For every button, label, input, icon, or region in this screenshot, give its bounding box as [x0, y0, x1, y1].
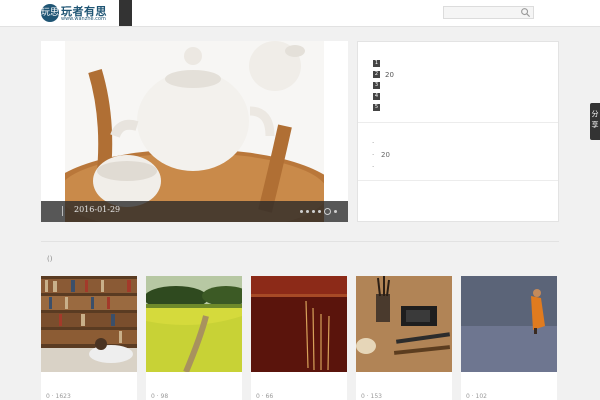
- rank-number: 3: [373, 82, 380, 89]
- rank-number: 4: [373, 93, 380, 100]
- caption-separator: [62, 206, 63, 216]
- slide-caption: 2016-01-29: [41, 201, 348, 222]
- side-panel: 1 2 20 3 4 5 · · 20 ·: [357, 41, 559, 222]
- card-meta: 0 · 1623: [46, 393, 71, 400]
- slider-dot[interactable]: [306, 209, 309, 213]
- card-meta: 0 · 102: [466, 393, 487, 400]
- panel-divider: [358, 122, 558, 123]
- slider-dot-active[interactable]: [324, 207, 331, 215]
- slide-date: 2016-01-29: [74, 205, 121, 214]
- ranking-item[interactable]: 3: [373, 80, 394, 91]
- notice-item[interactable]: ·: [372, 161, 390, 173]
- card-image-incense[interactable]: [251, 276, 347, 372]
- notice-item[interactable]: ·: [372, 137, 390, 149]
- slider-dot[interactable]: [334, 209, 337, 213]
- notice-list: · · 20 ·: [372, 137, 390, 173]
- card-image-library[interactable]: [41, 276, 137, 372]
- nav-menu-toggle[interactable]: [119, 0, 132, 26]
- search-box[interactable]: [443, 6, 534, 19]
- search-icon[interactable]: [520, 7, 531, 18]
- card-image-brushes[interactable]: [356, 276, 452, 372]
- slider-dot[interactable]: [318, 209, 321, 213]
- rank-number: 5: [373, 104, 380, 111]
- ranking-item[interactable]: 1: [373, 58, 394, 69]
- article-card[interactable]: 0 · 98: [146, 276, 242, 400]
- top-navbar: 玩思 玩者有思 www.wanzhe.com: [0, 0, 600, 27]
- slider-dot[interactable]: [312, 209, 315, 213]
- card-meta: 0 · 98: [151, 393, 169, 400]
- logo-url: www.wanzhe.com: [61, 16, 106, 22]
- article-cards: 0 · 1623 0 · 98 0 · 66 0 · 153 0 · 102: [41, 276, 561, 400]
- article-card[interactable]: 0 · 66: [251, 276, 347, 400]
- section-divider: [41, 241, 559, 242]
- ranking-item[interactable]: 2 20: [373, 69, 394, 80]
- hero-slider[interactable]: 2016-01-29: [41, 41, 348, 222]
- panel-divider: [358, 180, 558, 181]
- rank-number: 1: [373, 60, 380, 67]
- site-logo[interactable]: 玩思 玩者有思 www.wanzhe.com: [41, 4, 107, 23]
- logo-badge: 玩思: [41, 4, 59, 22]
- slider-dot[interactable]: [300, 209, 303, 213]
- card-meta: 0 · 153: [361, 393, 382, 400]
- ranking-list: 1 2 20 3 4 5: [373, 58, 394, 113]
- notice-bullet: ·: [372, 163, 375, 171]
- card-image-monk[interactable]: [461, 276, 557, 372]
- slider-dots: [297, 207, 337, 215]
- notice-text[interactable]: 20: [381, 149, 390, 161]
- notice-bullet: ·: [372, 151, 375, 159]
- card-image-field[interactable]: [146, 276, 242, 372]
- ranking-item[interactable]: 5: [373, 102, 394, 113]
- article-card[interactable]: 0 · 153: [356, 276, 452, 400]
- slide-image-teapot[interactable]: [65, 41, 324, 222]
- section-label: (): [47, 255, 53, 263]
- notice-item[interactable]: · 20: [372, 149, 390, 161]
- article-card[interactable]: 0 · 102: [461, 276, 557, 400]
- notice-bullet: ·: [372, 139, 375, 147]
- rank-number: 2: [373, 71, 380, 78]
- card-meta: 0 · 66: [256, 393, 274, 400]
- rank-text[interactable]: 20: [385, 71, 394, 79]
- article-card[interactable]: 0 · 1623: [41, 276, 137, 400]
- ranking-item[interactable]: 4: [373, 91, 394, 102]
- share-button[interactable]: 分享: [590, 103, 600, 140]
